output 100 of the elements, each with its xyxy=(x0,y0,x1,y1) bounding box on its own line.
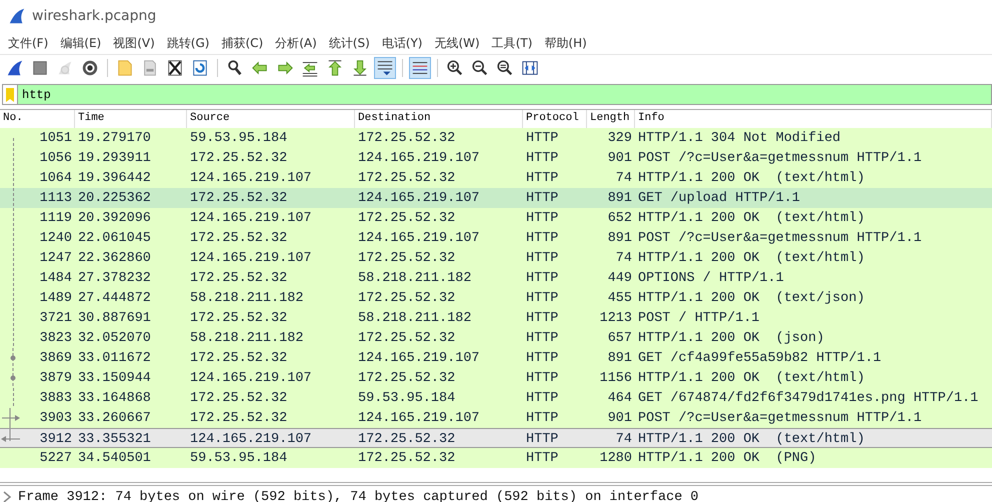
colorize-lines-icon xyxy=(411,59,429,77)
table-cell-text: HTTP xyxy=(525,250,560,266)
table-cell-text: 172.25.52.32 xyxy=(189,190,288,206)
menu-item[interactable]: 编辑(E) xyxy=(54,32,108,54)
gear-icon xyxy=(81,59,99,77)
table-cell-text: 1213 xyxy=(598,310,633,326)
table-cell-text: 33.164868 xyxy=(77,390,152,406)
packet-row[interactable]: 1051 19.279170 59.53.95.184 172.25.52.32 HTTP 329 HTTP/1.1 304 Not Modified xyxy=(0,128,992,148)
toolbar-button[interactable] xyxy=(409,57,431,79)
table-cell-text: 172.25.52.32 xyxy=(189,230,288,246)
table-cell-text: 3912 xyxy=(38,432,73,446)
down-arrow-icon xyxy=(351,59,369,77)
table-cell-text: HTTP xyxy=(525,390,560,406)
table-cell-text: 58.218.211.182 xyxy=(357,270,472,286)
packet-row[interactable]: 3823 32.052070 58.218.211.182 172.25.52.32 HTTP 657 HTTP/1.1 200 OK (json) xyxy=(0,328,992,348)
table-cell-text: 74 xyxy=(614,432,633,446)
table-cell-text: 1247 xyxy=(38,250,73,266)
file-icon xyxy=(141,59,159,77)
menu-item[interactable]: 视图(V) xyxy=(107,32,161,54)
table-cell-text: 20.392096 xyxy=(77,210,152,226)
packet-row[interactable]: 1489 27.444872 58.218.211.182 172.25.52.32 HTTP 455 HTTP/1.1 200 OK (text/json) xyxy=(0,288,992,308)
folder-icon xyxy=(116,59,134,77)
table-cell-text: 74 xyxy=(614,170,633,186)
up-arrow-icon xyxy=(326,59,344,77)
menu-item[interactable]: 捕获(C) xyxy=(215,32,270,54)
table-cell-text: 124.165.219.107 xyxy=(357,230,481,246)
packet-row[interactable]: 1064 19.396442 124.165.219.107 172.25.52.32 HTTP 74 HTTP/1.1 200 OK (text/html) xyxy=(0,168,992,188)
table-cell-text: POST /?c=User&a=getmessnum HTTP/1.1 xyxy=(637,230,923,246)
table-cell-text: 901 xyxy=(606,410,633,426)
packet-row[interactable]: 3912 33.355321 124.165.219.107 172.25.52.32 HTTP 74 HTTP/1.1 200 OK (text/html) xyxy=(0,428,992,448)
menu-item[interactable]: 电话(Y) xyxy=(376,32,428,54)
table-cell-text: HTTP xyxy=(525,370,560,386)
table-cell-text: HTTP xyxy=(525,210,560,226)
table-cell-text: 172.25.52.32 xyxy=(357,330,456,346)
table-cell-text: 449 xyxy=(606,270,633,286)
table-cell-text: 59.53.95.184 xyxy=(189,450,288,466)
autoscroll-icon xyxy=(376,59,394,77)
menu-item[interactable]: 帮助(H) xyxy=(538,32,593,54)
zoom-in-icon xyxy=(446,59,464,77)
packet-row[interactable]: 3903 33.260667 172.25.52.32 124.165.219.107 HTTP 901 POST /?c=User&a=getmessnum HTTP/1.1 xyxy=(0,408,992,428)
table-cell-text: 172.25.52.32 xyxy=(357,170,456,186)
menu-item[interactable]: 工具(T) xyxy=(486,32,538,54)
table-cell-text: 657 xyxy=(606,330,633,346)
table-cell-text: 172.25.52.32 xyxy=(357,432,456,446)
table-cell-text: 329 xyxy=(606,130,633,146)
packet-detail-line[interactable]: Frame 3912: 74 bytes on wire (592 bits), 74 bytes captured (592 bits) on interface 0 xyxy=(18,490,699,502)
table-cell-text: 1484 xyxy=(38,270,73,286)
table-cell-text: HTTP xyxy=(525,330,560,346)
packet-row[interactable]: 1119 20.392096 124.165.219.107 172.25.52.32 HTTP 652 HTTP/1.1 200 OK (text/html) xyxy=(0,208,992,228)
table-cell-text: 1489 xyxy=(38,290,73,306)
toolbar-button[interactable] xyxy=(374,57,396,79)
table-cell-text: 58.218.211.182 xyxy=(189,290,304,306)
zoom-out-icon xyxy=(471,59,489,77)
menu-item[interactable]: 分析(A) xyxy=(269,32,323,54)
table-cell-text: 124.165.219.107 xyxy=(189,250,313,266)
table-cell-text: 33.355321 xyxy=(77,432,152,446)
packet-row[interactable]: 3869 33.011672 172.25.52.32 124.165.219.107 HTTP 891 GET /cf4a99fe55a59b82 HTTP/1.1 xyxy=(0,348,992,368)
packet-row[interactable]: 3883 33.164868 172.25.52.32 59.53.95.184 HTTP 464 GET /674874/fd2f6f3479d1741es.png HTTP/1.1 xyxy=(0,388,992,408)
packet-row[interactable]: 3879 33.150944 124.165.219.107 172.25.52.32 HTTP 1156 HTTP/1.1 200 OK (text/html) xyxy=(0,368,992,388)
table-cell-text: 3823 xyxy=(38,330,73,346)
table-cell-text: 20.225362 xyxy=(77,190,152,206)
resize-columns-icon xyxy=(521,59,539,77)
packet-row[interactable]: 1113 20.225362 172.25.52.32 124.165.219.107 HTTP 891 GET /upload HTTP/1.1 xyxy=(0,188,992,208)
packet-row[interactable]: 1247 22.362860 124.165.219.107 172.25.52.32 HTTP 74 HTTP/1.1 200 OK (text/html) xyxy=(0,248,992,268)
menu-item[interactable]: 跳转(G) xyxy=(160,32,216,54)
display-filter-field[interactable]: http xyxy=(18,84,992,105)
packet-row[interactable]: 3721 30.887691 172.25.52.32 58.218.211.182 HTTP 1213 POST / HTTP/1.1 xyxy=(0,308,992,328)
table-cell-text: 891 xyxy=(606,230,633,246)
table-cell-text: 891 xyxy=(606,190,633,206)
menu-item[interactable]: 统计(S) xyxy=(322,32,376,54)
table-cell-text: 59.53.95.184 xyxy=(357,390,456,406)
table-cell-text: 74 xyxy=(614,250,633,266)
table-cell-text: 172.25.52.32 xyxy=(189,270,288,286)
right-arrow-icon xyxy=(276,59,294,77)
table-cell-text: HTTP xyxy=(525,310,560,326)
stop-icon xyxy=(31,59,49,77)
table-cell-text: 59.53.95.184 xyxy=(189,130,288,146)
table-cell-text: HTTP/1.1 200 OK (json) xyxy=(637,330,826,346)
request-arrow-icon xyxy=(0,408,22,428)
table-cell-text: 27.444872 xyxy=(77,290,152,306)
table-cell-text: HTTP/1.1 200 OK (text/html) xyxy=(637,432,866,446)
table-cell-text: 124.165.219.107 xyxy=(357,190,481,206)
table-cell-text: 1119 xyxy=(38,210,73,226)
table-cell-text: 172.25.52.32 xyxy=(357,290,456,306)
table-cell-text: 33.260667 xyxy=(77,410,152,426)
table-cell-text: 30.887691 xyxy=(77,310,152,326)
related-packet-line xyxy=(12,388,15,408)
table-cell-text: 19.279170 xyxy=(77,130,152,146)
menu-item[interactable]: 文件(F) xyxy=(2,32,54,54)
table-cell-text: 124.165.219.107 xyxy=(189,432,313,446)
table-cell-text: HTTP/1.1 304 Not Modified xyxy=(637,130,842,146)
table-cell-text: 172.25.52.32 xyxy=(357,130,456,146)
table-cell-text: 58.218.211.182 xyxy=(357,310,472,326)
table-cell-text: HTTP/1.1 200 OK (text/html) xyxy=(637,210,866,226)
packet-row[interactable]: 1484 27.378232 172.25.52.32 58.218.211.182 HTTP 449 OPTIONS / HTTP/1.1 xyxy=(0,268,992,288)
packet-row[interactable]: 1240 22.061045 172.25.52.32 124.165.219.107 HTTP 891 POST /?c=User&a=getmessnum HTTP/1.1 xyxy=(0,228,992,248)
table-cell-text: 891 xyxy=(606,350,633,366)
menu-item[interactable]: 无线(W) xyxy=(428,32,486,54)
packet-row[interactable]: 1056 19.293911 172.25.52.32 124.165.219.107 HTTP 901 POST /?c=User&a=getmessnum HTTP/1.1 xyxy=(0,148,992,168)
packet-row[interactable]: 5227 34.540501 59.53.95.184 172.25.52.32 HTTP 1280 HTTP/1.1 200 OK (PNG) xyxy=(0,448,992,468)
